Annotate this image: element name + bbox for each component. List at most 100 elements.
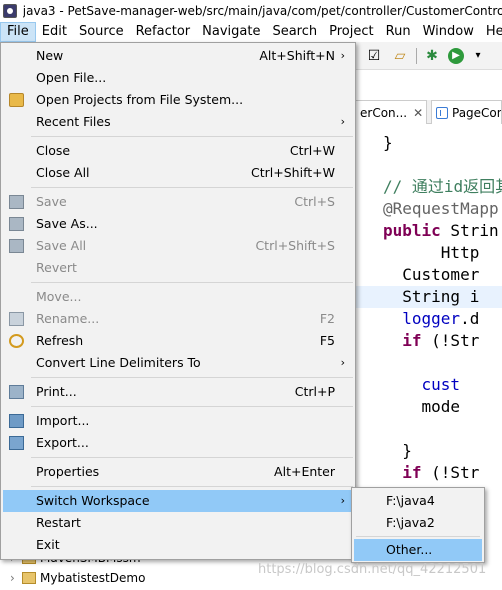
java-file-icon: [436, 107, 448, 119]
code-line[interactable]: Http: [383, 242, 502, 264]
menu-item-close[interactable]: Close Ctrl+W: [3, 140, 353, 162]
code-token: @RequestMapp: [383, 199, 499, 218]
checkbox-icon[interactable]: ☑: [366, 48, 382, 64]
code-token: if: [402, 331, 422, 350]
menu-item-refresh[interactable]: Refresh F5: [3, 330, 353, 352]
folder-icon: [9, 93, 24, 107]
code-line[interactable]: [383, 352, 502, 374]
menu-item-restart[interactable]: Restart: [3, 512, 353, 534]
tree-item[interactable]: › MybatistestDemo: [0, 568, 145, 588]
menu-item-label: New: [36, 48, 64, 63]
menu-item-print[interactable]: Print... Ctrl+P: [3, 381, 353, 403]
menu-item-shortcut: Alt+Enter: [274, 464, 335, 479]
code-token: .d: [460, 309, 480, 328]
code-token: if: [402, 463, 422, 482]
menu-item-new[interactable]: New Alt+Shift+N ›: [3, 45, 353, 67]
menu-item-save: Save Ctrl+S: [3, 191, 353, 213]
submenu-arrow-icon: ›: [340, 115, 345, 128]
submenu-arrow-icon: ›: [340, 356, 345, 369]
menu-run[interactable]: Run: [380, 22, 417, 42]
code-line[interactable]: if (!Str: [383, 462, 502, 484]
code-token: }: [383, 441, 412, 460]
code-line[interactable]: if (!Str: [383, 330, 502, 352]
menu-item-import[interactable]: Import...: [3, 410, 353, 432]
code-line[interactable]: }: [383, 132, 502, 154]
code-line[interactable]: mode: [383, 396, 502, 418]
menu-item-shortcut: Ctrl+Shift+S: [255, 238, 335, 253]
menu-item-exit[interactable]: Exit: [3, 534, 353, 556]
menu-item-shortcut: Ctrl+P: [294, 384, 335, 399]
code-line[interactable]: }: [383, 440, 502, 462]
code-line[interactable]: [383, 154, 502, 176]
eclipse-app-icon: [3, 4, 17, 18]
menu-item-export[interactable]: Export...: [3, 432, 353, 454]
menu-separator: [31, 187, 353, 188]
workspace-recent-item[interactable]: F:\java2: [354, 512, 482, 534]
menu-window[interactable]: Window: [417, 22, 480, 42]
project-icon: [22, 572, 36, 584]
menu-item-switch-workspace[interactable]: Switch Workspace ›: [3, 490, 353, 512]
tab-page-controller[interactable]: PageCon: [431, 100, 502, 124]
print-icon: [9, 385, 24, 399]
menu-separator: [31, 136, 353, 137]
tab-customer-controller[interactable]: erCon... ✕: [355, 100, 427, 124]
menu-item-recent-files[interactable]: Recent Files ›: [3, 111, 353, 133]
code-line[interactable]: cust: [383, 374, 502, 396]
code-line[interactable]: String i: [355, 286, 502, 308]
menu-item-label: Print...: [36, 384, 77, 399]
menu-item-label: Exit: [36, 537, 60, 552]
menu-item-label: Open Projects from File System...: [36, 92, 244, 107]
menu-item-save-as[interactable]: Save As...: [3, 213, 353, 235]
expand-arrow-icon[interactable]: ›: [10, 568, 22, 588]
menu-item-label: Restart: [36, 515, 81, 530]
menu-separator: [31, 282, 353, 283]
code-token: logger: [402, 309, 461, 328]
menu-item-label: Close All: [36, 165, 90, 180]
menu-search[interactable]: Search: [266, 22, 323, 42]
code-line[interactable]: public Strin: [383, 220, 502, 242]
menu-item-label: Save: [36, 194, 67, 209]
menu-navigate[interactable]: Navigate: [196, 22, 266, 42]
menu-item-move: Move...: [3, 286, 353, 308]
code-line[interactable]: @RequestMapp: [383, 198, 502, 220]
menu-item-shortcut: Alt+Shift+N: [259, 48, 335, 63]
debug-icon[interactable]: ✱: [424, 48, 440, 64]
code-token: (!Str: [421, 463, 480, 482]
code-line[interactable]: Customer: [383, 264, 502, 286]
refresh-icon: [9, 334, 24, 348]
menu-item-open-projects-from-file-system[interactable]: Open Projects from File System...: [3, 89, 353, 111]
toolbar-separator: [416, 48, 417, 64]
close-icon[interactable]: ✕: [413, 106, 423, 120]
menu-item-convert-line-delimiters-to[interactable]: Convert Line Delimiters To ›: [3, 352, 353, 374]
code-line[interactable]: [383, 418, 502, 440]
code-token: public: [383, 221, 441, 240]
menu-item-label: F:\java2: [386, 515, 435, 530]
menu-refactor[interactable]: Refactor: [130, 22, 197, 42]
code-token: }: [383, 133, 393, 152]
menu-bar: File Edit Source Refactor Navigate Search Proj…: [0, 22, 502, 42]
save-all-icon: [9, 239, 24, 253]
tab-label: erCon...: [360, 106, 408, 120]
workspace-other-item[interactable]: Other...: [354, 539, 482, 561]
code-line[interactable]: // 通过id返回其: [383, 176, 502, 198]
code-token: mode: [383, 397, 461, 416]
menu-edit[interactable]: Edit: [36, 22, 73, 42]
code-token: Http: [383, 243, 480, 262]
menu-item-shortcut: F5: [319, 333, 335, 348]
menu-project[interactable]: Project: [323, 22, 379, 42]
code-line[interactable]: logger.d: [383, 308, 502, 330]
menu-help[interactable]: Help: [480, 22, 502, 42]
menu-item-properties[interactable]: Properties Alt+Enter: [3, 461, 353, 483]
dropdown-icon[interactable]: ▾: [470, 48, 486, 64]
menu-item-label: Other...: [386, 542, 433, 557]
menu-item-label: Save All: [36, 238, 87, 253]
menu-source[interactable]: Source: [73, 22, 130, 42]
workspace-recent-item[interactable]: F:\java4: [354, 490, 482, 512]
menu-item-open-file[interactable]: Open File...: [3, 67, 353, 89]
menu-item-close-all[interactable]: Close All Ctrl+Shift+W: [3, 162, 353, 184]
code-token: (!Str: [421, 331, 480, 350]
menu-file[interactable]: File: [0, 22, 36, 42]
folder-overlay-icon[interactable]: ▱: [392, 48, 408, 64]
run-icon[interactable]: ▶: [448, 48, 464, 64]
